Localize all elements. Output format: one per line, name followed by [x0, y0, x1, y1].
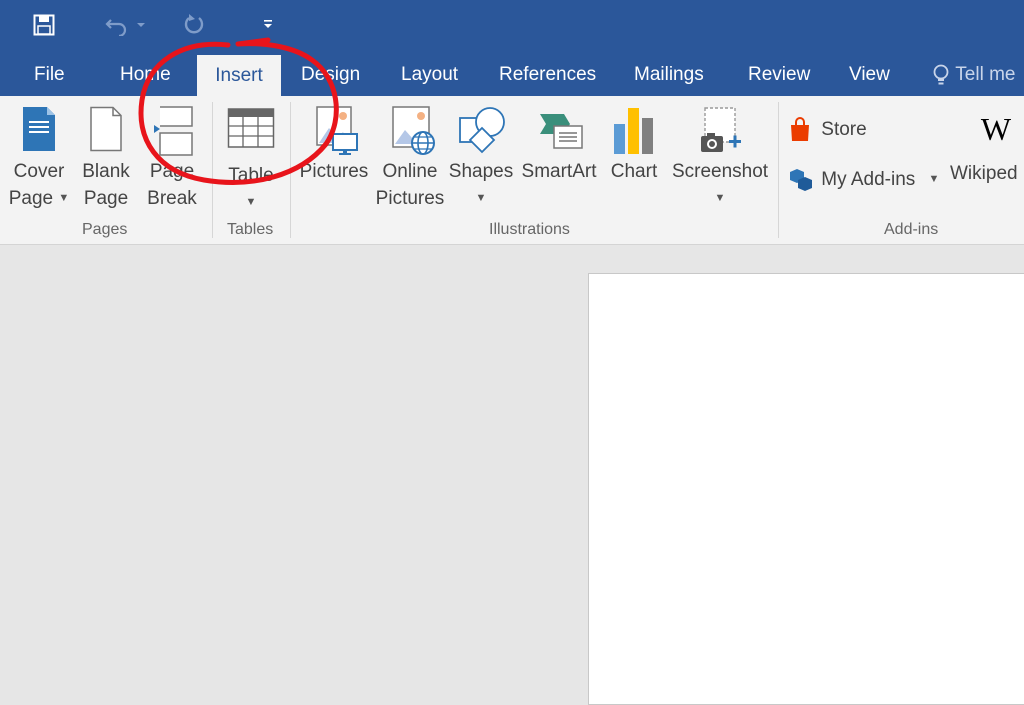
tell-me-text: Tell me: [955, 64, 1016, 85]
chart-label: Chart: [610, 161, 658, 182]
save-icon: [33, 14, 55, 36]
table-button[interactable]: Table ▼: [220, 106, 282, 216]
tab-insert-label: Insert: [215, 65, 263, 86]
group-label-tables: Tables: [227, 221, 274, 238]
screenshot-button[interactable]: Screenshot ▼: [668, 106, 772, 212]
online-pictures-label-2: Pictures: [375, 188, 445, 209]
shapes-label: Shapes: [448, 161, 514, 182]
tab-home[interactable]: Home: [120, 54, 171, 96]
wikipedia-icon: W: [981, 111, 1012, 147]
chart-icon: [614, 108, 653, 154]
group-label-illustrations: Illustrations: [489, 221, 570, 238]
lightbulb-icon: [933, 64, 949, 85]
shapes-icon: [459, 107, 505, 154]
cover-page-icon: [23, 107, 55, 151]
cover-page-label-2-text: Page: [8, 188, 54, 209]
ribbon-tab-bar: File Home Insert Design Layout Reference…: [0, 54, 1024, 96]
group-separator: [290, 102, 291, 238]
pictures-icon: [316, 106, 358, 155]
blank-page-label-2: Page: [83, 188, 129, 209]
smartart-icon: [540, 114, 583, 149]
shapes-button[interactable]: Shapes ▼: [448, 106, 514, 212]
redo-icon: [184, 14, 204, 34]
my-addins-label: My Add-ins: [821, 169, 916, 191]
store-button[interactable]: Store: [788, 116, 888, 143]
group-label-pages: Pages: [82, 221, 128, 238]
pictures-label: Pictures: [299, 161, 369, 182]
chevron-down-icon: ▼: [245, 196, 257, 209]
group-separator: [778, 102, 779, 238]
tab-design[interactable]: Design: [301, 54, 360, 96]
blank-page-button[interactable]: Blank Page: [76, 106, 136, 212]
chevron-down-icon: [137, 23, 145, 27]
title-bar: [0, 0, 1024, 54]
online-pictures-button[interactable]: Online Pictures: [374, 106, 446, 212]
undo-button[interactable]: [96, 8, 156, 42]
document-page[interactable]: [588, 273, 1024, 705]
tab-review[interactable]: Review: [748, 54, 810, 96]
page-break-button[interactable]: Page Break: [142, 106, 202, 212]
store-icon: [791, 117, 809, 141]
tab-insert[interactable]: Insert: [197, 55, 281, 96]
ribbon-insert-panel: Cover Page ▼ Blank Page Page Break Pages…: [0, 96, 1024, 245]
page-break-icon: [154, 106, 193, 156]
table-label: Table: [228, 165, 274, 186]
customize-qat-button[interactable]: [258, 8, 278, 42]
blank-page-label-1: Blank: [82, 161, 130, 182]
tab-layout[interactable]: Layout: [401, 54, 458, 96]
online-pictures-icon: [392, 106, 435, 155]
cover-page-label-1: Cover: [13, 161, 65, 182]
smartart-label: SmartArt: [521, 161, 597, 182]
customize-dropdown-icon: [264, 20, 272, 28]
online-pictures-label-1: Online: [382, 161, 438, 182]
my-addins-icon: [790, 168, 812, 191]
group-label-addins: Add-ins: [884, 221, 939, 238]
blank-page-icon: [90, 106, 122, 152]
tab-file[interactable]: File: [34, 54, 65, 96]
table-icon: [227, 108, 275, 148]
tab-references[interactable]: References: [499, 54, 596, 96]
chevron-down-icon: ▼: [928, 173, 940, 186]
screenshot-label: Screenshot: [671, 161, 769, 182]
smartart-button[interactable]: SmartArt: [518, 106, 600, 185]
pictures-button[interactable]: Pictures: [298, 106, 370, 185]
cover-page-label-2: Page ▼: [6, 185, 72, 212]
svg-text:W: W: [981, 111, 1012, 147]
chevron-down-icon: ▼: [58, 192, 70, 205]
tab-mailings[interactable]: Mailings: [634, 54, 704, 96]
page-break-label-1: Page: [149, 161, 195, 182]
chart-button[interactable]: Chart: [604, 106, 664, 185]
page-break-label-2: Break: [147, 188, 197, 209]
screenshot-icon: [701, 107, 741, 152]
tell-me-box[interactable]: Tell me: [932, 54, 1015, 96]
my-addins-button[interactable]: My Add-ins ▼: [788, 166, 948, 193]
cover-page-button[interactable]: Cover Page ▼: [6, 106, 72, 212]
save-button[interactable]: [26, 8, 62, 42]
group-separator: [212, 102, 213, 238]
chevron-down-icon: ▼: [475, 192, 487, 205]
wikipedia-label: Wikiped: [950, 163, 1018, 184]
undo-icon: [105, 19, 127, 36]
store-label: Store: [821, 119, 867, 141]
wikipedia-button[interactable]: W Wikiped: [950, 110, 1024, 187]
chevron-down-icon: ▼: [714, 192, 726, 205]
redo-button[interactable]: [176, 8, 212, 42]
tab-view[interactable]: View: [849, 54, 890, 96]
